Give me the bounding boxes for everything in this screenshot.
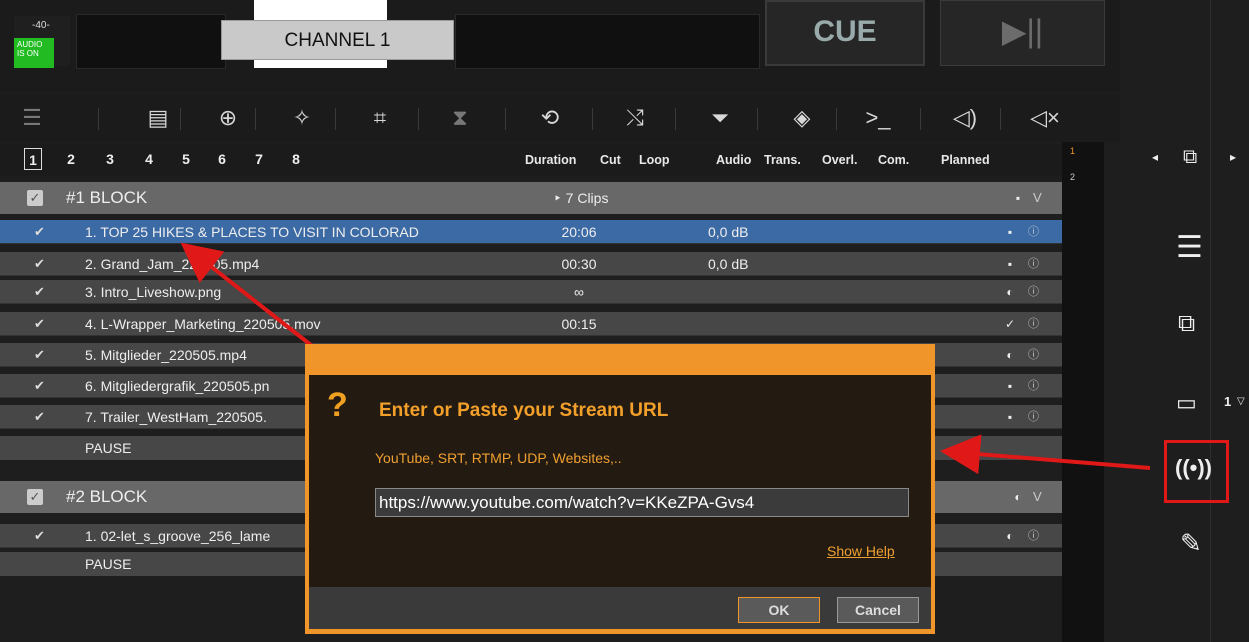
question-icon: ? — [327, 386, 348, 424]
cancel-button[interactable]: Cancel — [837, 597, 919, 623]
stream-url-dialog: ? Enter or Paste your Stream URL YouTube… — [305, 344, 935, 634]
show-help-link[interactable]: Show Help — [827, 543, 895, 559]
dialog-subtitle: YouTube, SRT, RTMP, UDP, Websites,.. — [375, 450, 622, 466]
stream-url-input[interactable]: https://www.youtube.com/watch?v=KKeZPA-G… — [375, 488, 909, 517]
dialog-title: Enter or Paste your Stream URL — [379, 400, 669, 421]
ok-button[interactable]: OK — [738, 597, 820, 623]
